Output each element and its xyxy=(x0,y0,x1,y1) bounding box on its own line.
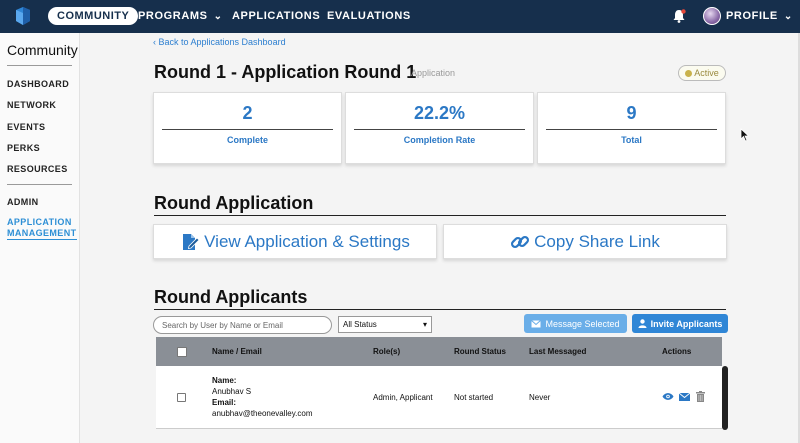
nav-community[interactable]: COMMUNITY xyxy=(48,7,139,25)
column-header-roles: Role(s) xyxy=(373,347,401,356)
top-navbar: COMMUNITY PROGRAMS ⌄ APPLICATIONS EVALUAT… xyxy=(0,0,800,33)
page-title: Round 1 - Application Round 1 xyxy=(154,62,417,82)
sidebar-divider xyxy=(7,184,72,185)
column-header-actions: Actions xyxy=(662,347,692,356)
status-dot-icon xyxy=(685,70,693,77)
section-title-round-applicants: Round Applicants xyxy=(154,287,308,307)
trash-icon[interactable] xyxy=(696,391,705,402)
select-all-checkbox[interactable] xyxy=(177,347,187,357)
nav-programs[interactable]: PROGRAMS ⌄ xyxy=(138,0,223,33)
sidebar-item-label: APPLICATION xyxy=(7,217,72,227)
stat-divider xyxy=(546,129,717,130)
sidebar-item-label: MANAGEMENT xyxy=(7,228,77,240)
user-icon xyxy=(638,319,647,328)
status-badge-label: Active xyxy=(694,68,719,78)
sidebar-item-admin[interactable]: ADMIN xyxy=(7,197,39,207)
nav-evaluations[interactable]: EVALUATIONS xyxy=(327,0,411,33)
copy-share-link-button[interactable]: Copy Share Link xyxy=(443,224,727,259)
envelope-icon xyxy=(531,319,542,327)
app-logo-icon[interactable] xyxy=(13,6,33,26)
stat-divider xyxy=(354,129,525,130)
view-eye-icon[interactable] xyxy=(662,392,674,401)
section-divider xyxy=(154,309,726,310)
view-application-settings-button[interactable]: View Application & Settings xyxy=(153,224,437,259)
stat-label: Completion Rate xyxy=(403,135,476,145)
sidebar-item-resources[interactable]: RESOURCES xyxy=(7,164,68,174)
message-selected-label: Message Selected xyxy=(545,318,620,329)
status-filter-select[interactable]: All Status ▾ xyxy=(338,316,432,333)
status-badge: Active xyxy=(678,65,726,81)
sidebar-title: Community xyxy=(7,42,78,58)
applicant-name: Anubhav S xyxy=(212,387,252,396)
nav-applications[interactable]: APPLICATIONS xyxy=(232,0,320,33)
sidebar-item-dashboard[interactable]: DASHBOARD xyxy=(7,79,69,89)
view-application-settings-label: View Application & Settings xyxy=(204,231,410,251)
nav-programs-label: PROGRAMS xyxy=(138,10,208,22)
section-divider xyxy=(154,215,726,216)
stat-card-total: 9 Total xyxy=(537,92,726,164)
stat-label: Total xyxy=(621,135,642,145)
stat-label: Complete xyxy=(226,135,268,145)
applicant-round-status: Not started xyxy=(454,393,494,402)
chevron-down-icon: ⌄ xyxy=(783,11,793,22)
chevron-down-icon: ▾ xyxy=(422,320,427,329)
back-to-dashboard-link[interactable]: ‹ Back to Applications Dashboard xyxy=(153,37,286,47)
status-filter-value: All Status xyxy=(343,320,377,329)
message-selected-button[interactable]: Message Selected xyxy=(524,314,627,333)
page-subtitle: Application xyxy=(411,68,456,78)
column-header-round-status: Round Status xyxy=(454,347,506,356)
stat-divider xyxy=(162,129,333,130)
sidebar-item-events[interactable]: EVENTS xyxy=(7,122,45,132)
row-select-checkbox[interactable] xyxy=(177,393,186,402)
edit-document-icon xyxy=(183,233,200,250)
name-label: Name: xyxy=(212,376,237,385)
link-icon xyxy=(511,235,530,248)
email-label: Email: xyxy=(212,398,237,407)
invite-applicants-button[interactable]: Invite Applicants xyxy=(632,314,728,333)
sidebar-item-application-management[interactable]: APPLICATION MANAGEMENT xyxy=(7,217,77,240)
copy-share-link-label: Copy Share Link xyxy=(534,231,660,251)
envelope-icon[interactable] xyxy=(679,393,690,401)
table-row: Name: Anubhav S Email: anubhav@theoneval… xyxy=(156,366,722,429)
column-header-name-email: Name / Email xyxy=(212,347,262,356)
section-title-round-application: Round Application xyxy=(154,193,314,213)
sidebar-divider xyxy=(7,65,72,66)
stat-value: 2 xyxy=(242,103,253,123)
stat-value: 9 xyxy=(626,103,637,123)
sidebar-item-perks[interactable]: PERKS xyxy=(7,143,40,153)
notification-bell-icon[interactable] xyxy=(671,8,687,24)
applicant-email: anubhav@theonevalley.com xyxy=(212,409,313,418)
applicant-last-messaged: Never xyxy=(529,393,551,402)
mouse-cursor-icon xyxy=(740,128,750,142)
sidebar-item-network[interactable]: NETWORK xyxy=(7,100,56,110)
stat-card-completion-rate: 22.2% Completion Rate xyxy=(345,92,534,164)
invite-applicants-label: Invite Applicants xyxy=(650,318,723,329)
nav-profile-label: PROFILE xyxy=(726,10,778,22)
applicant-roles: Admin, Applicant xyxy=(373,393,433,402)
avatar[interactable] xyxy=(703,7,721,25)
table-scrollbar[interactable] xyxy=(722,366,728,430)
column-header-last-messaged: Last Messaged xyxy=(529,347,587,356)
search-input[interactable] xyxy=(153,316,332,334)
sidebar: Community DASHBOARD NETWORK EVENTS PERKS… xyxy=(0,33,80,443)
stat-card-complete: 2 Complete xyxy=(153,92,342,164)
stat-value: 22.2% xyxy=(413,103,466,123)
nav-profile[interactable]: PROFILE ⌄ xyxy=(726,0,793,33)
table-header: Name / Email Role(s) Round Status Last M… xyxy=(156,337,722,366)
chevron-down-icon: ⌄ xyxy=(213,11,223,22)
